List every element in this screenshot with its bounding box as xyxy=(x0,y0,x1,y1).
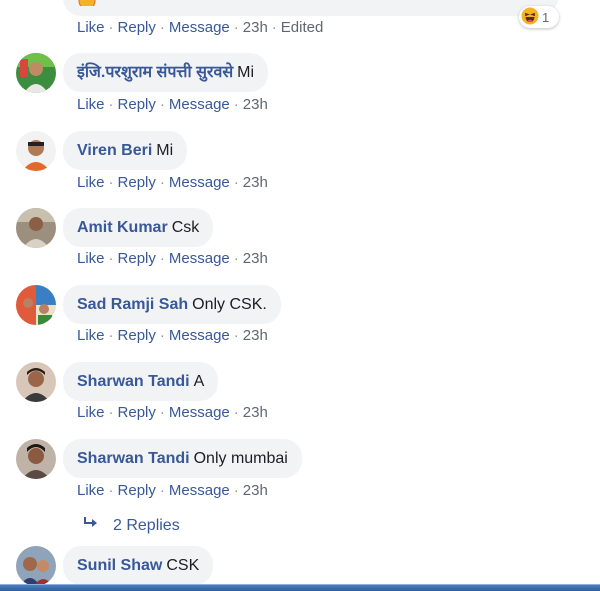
message-link[interactable]: Message xyxy=(169,19,230,36)
comment-text: Mi xyxy=(237,63,255,81)
avatar[interactable] xyxy=(16,208,56,248)
comment-author[interactable]: Sunil Shaw xyxy=(77,556,162,576)
like-link[interactable]: Like xyxy=(77,96,105,113)
timestamp[interactable]: 23h xyxy=(243,327,268,344)
timestamp[interactable]: 23h xyxy=(243,404,268,421)
like-link[interactable]: Like xyxy=(77,19,105,36)
message-link[interactable]: Message xyxy=(169,96,230,113)
comment-actions: Like · Reply · Message · 23h · Edited xyxy=(77,19,324,36)
reply-link[interactable]: Reply xyxy=(118,482,156,499)
view-replies-link[interactable]: 2 Replies xyxy=(83,516,180,535)
edited-label[interactable]: Edited xyxy=(281,19,324,36)
comment-text: A xyxy=(193,372,205,390)
message-link[interactable]: Message xyxy=(169,327,230,344)
message-link[interactable]: Message xyxy=(169,174,230,191)
comment-actions: Like · Reply · Message · 23h xyxy=(77,482,268,499)
like-link[interactable]: Like xyxy=(77,250,105,267)
comment-text: CSK xyxy=(166,556,200,574)
avatar[interactable] xyxy=(16,546,56,586)
timestamp[interactable]: 23h xyxy=(243,19,268,36)
comment-bubble: Sharwan Tandi A xyxy=(63,362,219,401)
like-link[interactable]: Like xyxy=(77,404,105,421)
reaction-summary[interactable]: 1 xyxy=(519,6,559,28)
timestamp[interactable]: 23h xyxy=(243,482,268,499)
comment-author[interactable]: Sad Ramji Sah xyxy=(77,295,188,315)
like-link[interactable]: Like xyxy=(77,174,105,191)
comment-author[interactable]: Viren Beri xyxy=(77,141,152,161)
reply-arrow-icon xyxy=(83,516,113,535)
reply-link[interactable]: Reply xyxy=(118,174,156,191)
reply-link[interactable]: Reply xyxy=(118,250,156,267)
laughing-face-icon xyxy=(521,7,539,28)
timestamp[interactable]: 23h xyxy=(243,174,268,191)
timestamp[interactable]: 23h xyxy=(243,250,268,267)
message-link[interactable]: Message xyxy=(169,250,230,267)
comment-actions: Like · Reply · Message · 23h xyxy=(77,250,268,267)
comment-text: Only CSK. xyxy=(192,295,267,313)
avatar[interactable] xyxy=(16,362,56,402)
comment-author[interactable]: इंजि.परशुराम संपत्ती सुरवसे xyxy=(77,63,233,83)
reply-link[interactable]: Reply xyxy=(118,96,156,113)
comment-author[interactable]: Amit Kumar xyxy=(77,218,168,238)
comment-text: Csk xyxy=(171,218,200,236)
comment-bubble: Sharwan Tandi Only mumbai xyxy=(63,439,302,478)
like-link[interactable]: Like xyxy=(77,327,105,344)
comment-actions: Like · Reply · Message · 23h xyxy=(77,96,268,113)
comment-author[interactable]: Sharwan Tandi xyxy=(77,372,190,392)
reaction-emoji-icon xyxy=(78,0,96,6)
replies-label[interactable]: 2 Replies xyxy=(113,517,180,535)
reply-link[interactable]: Reply xyxy=(118,404,156,421)
avatar[interactable] xyxy=(16,439,56,479)
comment-actions: Like · Reply · Message · 23h xyxy=(77,404,268,421)
reaction-count: 1 xyxy=(542,9,550,25)
comment-actions: Like · Reply · Message · 23h xyxy=(77,327,268,344)
message-link[interactable]: Message xyxy=(169,404,230,421)
comment-text: Mi xyxy=(156,141,174,159)
comment-bubble: Viren Beri Mi xyxy=(63,131,188,170)
like-link[interactable]: Like xyxy=(77,482,105,499)
comment-author[interactable]: Sharwan Tandi xyxy=(77,449,190,469)
comment-bubble: Sad Ramji Sah Only CSK. xyxy=(63,285,281,324)
message-link[interactable]: Message xyxy=(169,482,230,499)
avatar[interactable] xyxy=(16,131,56,171)
reply-link[interactable]: Reply xyxy=(118,19,156,36)
comment-text: Only mumbai xyxy=(193,449,288,467)
comment-bubble xyxy=(63,0,558,16)
avatar[interactable] xyxy=(16,53,56,93)
avatar[interactable] xyxy=(16,285,56,325)
comment-bubble: इंजि.परशुराम संपत्ती सुरवसे Mi xyxy=(63,53,269,92)
comment-bubble: Sunil Shaw CSK xyxy=(63,546,214,585)
comment-actions: Like · Reply · Message · 23h xyxy=(77,174,268,191)
timestamp[interactable]: 23h xyxy=(243,96,268,113)
reply-link[interactable]: Reply xyxy=(118,327,156,344)
comment-bubble: Amit Kumar Csk xyxy=(63,208,214,247)
